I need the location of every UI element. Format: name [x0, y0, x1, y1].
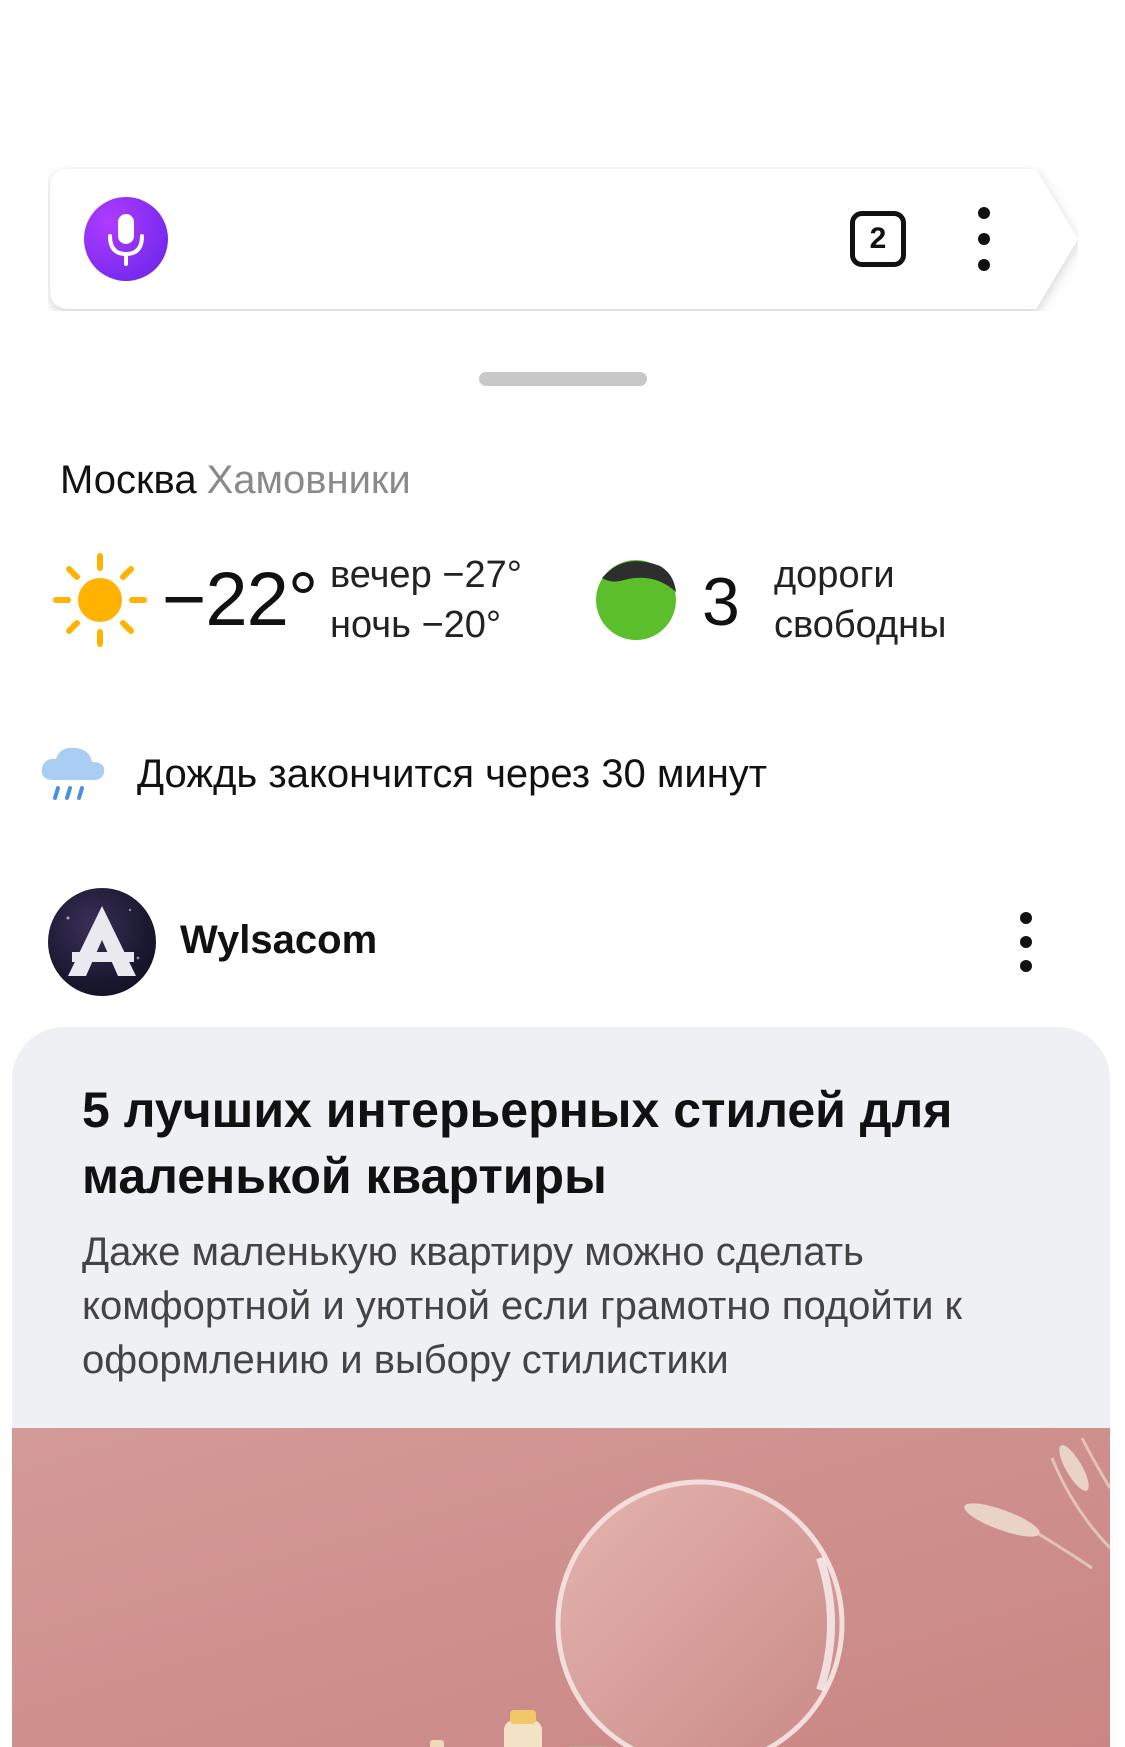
- city-name: Москва: [60, 458, 197, 502]
- current-temperature[interactable]: −22°: [162, 556, 318, 643]
- wylsacom-logo: [66, 906, 140, 976]
- article-title: 5 лучших интерьерных стилей для маленько…: [82, 1082, 953, 1204]
- more-vertical-icon[interactable]: [966, 207, 1002, 271]
- traffic-status-line2: свободны: [774, 604, 947, 646]
- search-bar-background: [50, 169, 1078, 309]
- feed-more-vertical-icon[interactable]: [1008, 912, 1044, 972]
- district-name: Хамовники: [206, 458, 411, 502]
- rain-forecast-text[interactable]: Дождь закончится через 30 минут: [137, 752, 767, 797]
- drag-handle[interactable]: [479, 372, 647, 386]
- temperature-forecast[interactable]: вечер −27° ночь −20°: [330, 550, 522, 650]
- night-temperature: ночь −20°: [330, 604, 502, 646]
- source-name[interactable]: Wylsacom: [180, 918, 377, 963]
- traffic-score[interactable]: 3: [702, 563, 740, 641]
- traffic-status-line1: дороги: [774, 554, 895, 596]
- article-image: [12, 1428, 1110, 1747]
- tabs-count-button[interactable]: 2: [850, 211, 906, 267]
- article-card[interactable]: 5 лучших интерьерных стилей для маленько…: [12, 1027, 1110, 1747]
- source-avatar[interactable]: [48, 888, 156, 996]
- rain-cloud-icon: [41, 747, 105, 800]
- traffic-light-icon[interactable]: [594, 558, 678, 642]
- sun-icon[interactable]: [52, 552, 148, 648]
- evening-temperature: вечер −27°: [330, 554, 522, 596]
- location-header[interactable]: Москва Хамовники: [60, 458, 411, 503]
- article-subtitle: Даже маленькую квартиру можно сделать ко…: [82, 1230, 963, 1382]
- tabs-count: 2: [869, 222, 887, 255]
- microphone-icon: [108, 214, 144, 266]
- traffic-status[interactable]: дороги свободны: [774, 550, 946, 650]
- alice-voice-button[interactable]: [84, 197, 168, 281]
- search-bar[interactable]: 2: [48, 167, 1078, 311]
